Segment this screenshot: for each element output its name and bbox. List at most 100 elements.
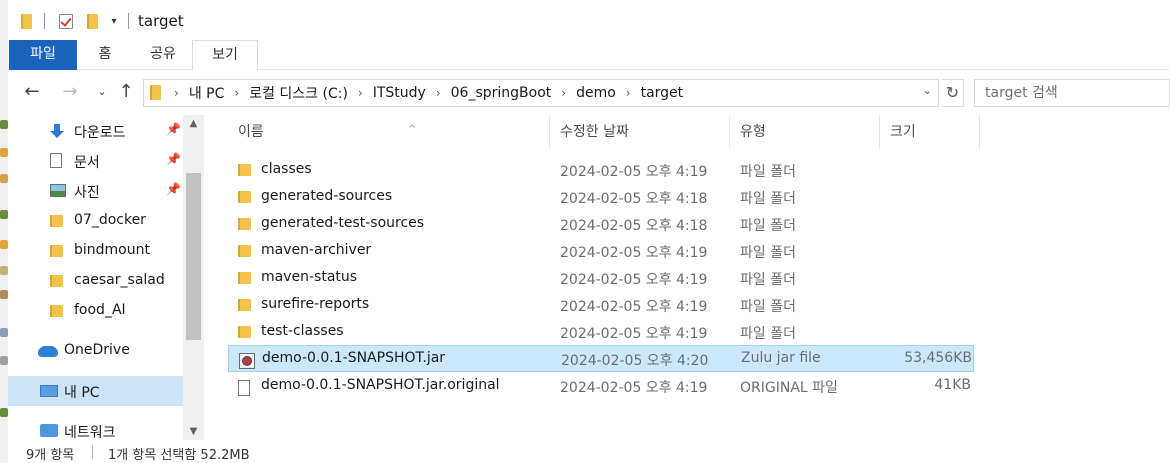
file-row[interactable]: demo-0.0.1-SNAPSHOT.jar.original 2024-02… bbox=[228, 373, 974, 400]
file-row[interactable]: generated-sources 2024-02-05 오후 4:18 파일 … bbox=[228, 184, 974, 211]
nav-scrollbar[interactable]: ▲ ▼ bbox=[183, 115, 204, 440]
breadcrumb-springboot[interactable]: 06_springBoot bbox=[441, 85, 562, 101]
nav-item-downloads[interactable]: 다운로드 📌 bbox=[8, 116, 183, 146]
address-dropdown-icon[interactable]: ⌄ bbox=[923, 84, 932, 97]
scrollbar-thumb[interactable] bbox=[186, 173, 201, 340]
file-type: 파일 폴더 bbox=[740, 299, 796, 315]
file-date: 2024-02-05 오후 4:19 bbox=[560, 245, 708, 261]
file-row-selected[interactable]: demo-0.0.1-SNAPSHOT.jar 2024-02-05 오후 4:… bbox=[228, 345, 974, 372]
file-row[interactable]: surefire-reports 2024-02-05 오후 4:19 파일 폴… bbox=[228, 292, 974, 319]
column-header-label: 이름 bbox=[238, 124, 264, 140]
tab-view[interactable]: 보기 bbox=[192, 40, 258, 71]
desktop-icon bbox=[0, 148, 8, 157]
file-name: maven-status bbox=[261, 269, 358, 285]
window-title: target bbox=[138, 12, 184, 30]
file-row[interactable]: maven-archiver 2024-02-05 오후 4:19 파일 폴더 bbox=[228, 238, 974, 265]
file-type: 파일 폴더 bbox=[740, 245, 796, 261]
breadcrumb-this-pc[interactable]: 내 PC bbox=[179, 83, 235, 103]
breadcrumb-local-disk[interactable]: 로컬 디스크 (C:) bbox=[239, 83, 358, 103]
file-row[interactable]: generated-test-sources 2024-02-05 오후 4:1… bbox=[228, 211, 974, 238]
nav-item-bindmount[interactable]: bindmount bbox=[8, 236, 183, 266]
nav-item-label: bindmount bbox=[74, 242, 150, 258]
tab-file[interactable]: 파일 bbox=[9, 40, 77, 70]
file-name: surefire-reports bbox=[261, 296, 370, 312]
file-size: 41KB bbox=[934, 377, 971, 393]
nav-item-food-ai[interactable]: food_AI bbox=[8, 296, 183, 326]
column-header-size[interactable]: 크기 bbox=[880, 115, 980, 149]
file-date: 2024-02-05 오후 4:19 bbox=[560, 299, 708, 315]
desktop-icon bbox=[0, 356, 8, 365]
this-pc-icon bbox=[40, 385, 58, 397]
forward-arrow-icon[interactable]: → bbox=[58, 81, 82, 105]
tab-share[interactable]: 공유 bbox=[134, 40, 192, 70]
pin-icon[interactable]: 📌 bbox=[166, 122, 181, 136]
document-icon bbox=[50, 153, 62, 168]
nav-item-caesar-salad[interactable]: caesar_salad bbox=[8, 266, 183, 296]
desktop-icon bbox=[0, 408, 8, 417]
pin-icon[interactable]: 📌 bbox=[166, 152, 181, 166]
status-divider bbox=[92, 445, 93, 459]
nav-item-07-docker[interactable]: 07_docker bbox=[8, 206, 183, 236]
search-box[interactable] bbox=[974, 79, 1170, 107]
customize-toolbar-icon[interactable]: ▾ bbox=[108, 11, 120, 31]
column-header-type[interactable]: 유형 bbox=[730, 115, 880, 149]
nav-item-label: caesar_salad bbox=[74, 272, 165, 288]
folder-icon bbox=[238, 191, 251, 203]
properties-icon[interactable] bbox=[56, 11, 76, 31]
refresh-icon[interactable]: ↻ bbox=[942, 79, 964, 107]
nav-item-label: 사진 bbox=[74, 185, 100, 201]
desktop-edge bbox=[0, 0, 8, 463]
file-row[interactable]: test-classes 2024-02-05 오후 4:19 파일 폴더 bbox=[228, 319, 974, 346]
search-input[interactable] bbox=[975, 80, 1169, 106]
file-date: 2024-02-05 오후 4:18 bbox=[560, 218, 708, 234]
toolbar-divider bbox=[44, 13, 45, 29]
breadcrumb-demo[interactable]: demo bbox=[566, 85, 626, 101]
file-list: 이름 ^ 수정한 날짜 유형 크기 classes 2024-02-05 오후 … bbox=[204, 115, 1170, 440]
folder-icon bbox=[50, 215, 63, 227]
desktop-icon bbox=[0, 120, 8, 129]
new-folder-icon[interactable] bbox=[84, 11, 100, 31]
nav-item-pictures[interactable]: 사진 📌 bbox=[8, 176, 183, 206]
download-icon bbox=[50, 124, 64, 138]
nav-item-this-pc[interactable]: 내 PC bbox=[8, 376, 183, 406]
back-arrow-icon[interactable]: ← bbox=[20, 81, 44, 105]
folder-icon bbox=[50, 245, 63, 257]
file-name: generated-test-sources bbox=[261, 215, 425, 231]
file-date: 2024-02-05 오후 4:19 bbox=[560, 380, 708, 396]
folder-icon bbox=[238, 218, 251, 230]
folder-icon bbox=[238, 326, 251, 338]
blank-file-icon bbox=[238, 380, 250, 396]
file-row[interactable]: classes 2024-02-05 오후 4:19 파일 폴더 bbox=[228, 157, 974, 184]
file-name: generated-sources bbox=[261, 188, 393, 204]
nav-item-label: 다운로드 bbox=[74, 125, 126, 141]
breadcrumb-itstudy[interactable]: ITStudy bbox=[363, 85, 436, 101]
nav-item-onedrive[interactable]: OneDrive bbox=[8, 336, 183, 366]
column-header-date[interactable]: 수정한 날짜 bbox=[550, 115, 730, 149]
folder-icon bbox=[238, 245, 251, 257]
scroll-up-icon[interactable]: ▲ bbox=[183, 115, 204, 132]
up-arrow-icon[interactable]: ↑ bbox=[114, 81, 138, 105]
file-type: 파일 폴더 bbox=[740, 164, 796, 180]
file-name: demo-0.0.1-SNAPSHOT.jar bbox=[262, 350, 446, 366]
file-name: test-classes bbox=[261, 323, 344, 339]
file-type: 파일 폴더 bbox=[740, 218, 796, 234]
file-date: 2024-02-05 오후 4:20 bbox=[561, 353, 709, 369]
address-row: ← → ⌄ ↑ › 내 PC › 로컬 디스크 (C:) › ITStudy ›… bbox=[8, 71, 1170, 115]
address-bar[interactable]: › 내 PC › 로컬 디스크 (C:) › ITStudy › 06_spri… bbox=[143, 79, 939, 107]
nav-item-documents[interactable]: 문서 📌 bbox=[8, 146, 183, 176]
toolbar-divider bbox=[128, 13, 129, 29]
file-row[interactable]: maven-status 2024-02-05 오후 4:19 파일 폴더 bbox=[228, 265, 974, 292]
folder-icon bbox=[50, 275, 63, 287]
pictures-icon bbox=[50, 184, 66, 197]
status-bar: 9개 항목 1개 항목 선택함 52.2MB bbox=[8, 440, 1170, 463]
column-header-name[interactable]: 이름 ^ bbox=[228, 115, 550, 149]
network-icon bbox=[40, 424, 58, 437]
recent-locations-chevron-icon[interactable]: ⌄ bbox=[90, 81, 114, 105]
pin-icon[interactable]: 📌 bbox=[166, 182, 181, 196]
scroll-down-icon[interactable]: ▼ bbox=[183, 423, 204, 440]
file-date: 2024-02-05 오후 4:19 bbox=[560, 164, 708, 180]
file-date: 2024-02-05 오후 4:19 bbox=[560, 326, 708, 342]
tab-home[interactable]: 홈 bbox=[80, 40, 130, 70]
file-type: 파일 폴더 bbox=[740, 326, 796, 342]
breadcrumb-target[interactable]: target bbox=[631, 85, 694, 101]
